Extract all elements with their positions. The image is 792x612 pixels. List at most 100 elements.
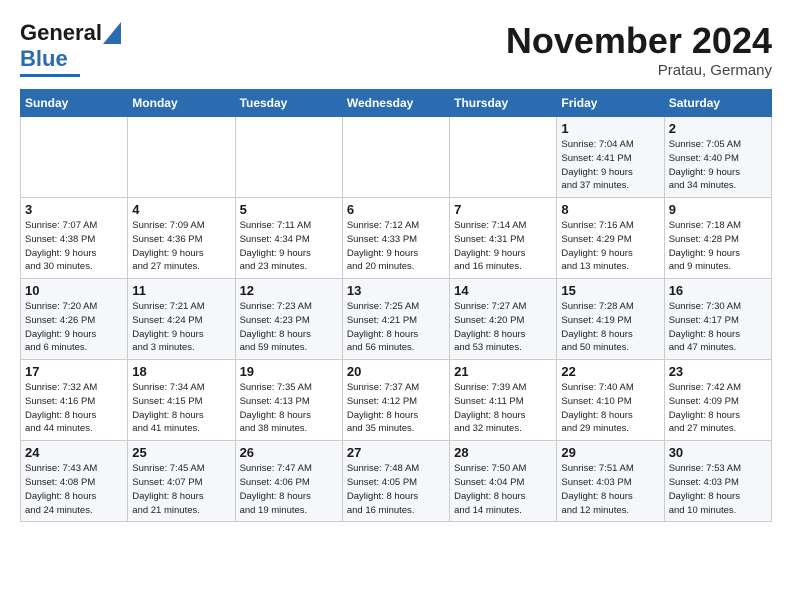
calendar-week-row: 1Sunrise: 7:04 AM Sunset: 4:41 PM Daylig… [21, 117, 772, 198]
day-number: 4 [132, 202, 230, 217]
day-number: 28 [454, 445, 552, 460]
month-title: November 2024 [506, 20, 772, 62]
day-number: 15 [561, 283, 659, 298]
calendar-table: SundayMondayTuesdayWednesdayThursdayFrid… [20, 89, 772, 522]
day-info: Sunrise: 7:16 AM Sunset: 4:29 PM Dayligh… [561, 219, 659, 274]
calendar-cell: 13 Sunrise: 7:25 AM Sunset: 4:21 PM Dayli… [342, 279, 449, 360]
day-info: Sunrise: 7:20 AM Sunset: 4:26 PM Dayligh… [25, 300, 123, 355]
calendar-header-row: SundayMondayTuesdayWednesdayThursdayFrid… [21, 90, 772, 117]
calendar-cell: 4 Sunrise: 7:09 AM Sunset: 4:36 PM Daylig… [128, 198, 235, 279]
calendar-header-friday: Friday [557, 90, 664, 117]
calendar-cell: 5 Sunrise: 7:11 AM Sunset: 4:34 PM Daylig… [235, 198, 342, 279]
day-number: 23 [669, 364, 767, 379]
calendar-cell: 28Sunrise: 7:50 AM Sunset: 4:04 PM Dayli… [450, 441, 557, 522]
calendar-cell: 14Sunrise: 7:27 AM Sunset: 4:20 PM Dayli… [450, 279, 557, 360]
day-info: Sunrise: 7:28 AM Sunset: 4:19 PM Dayligh… [561, 300, 659, 355]
day-info: Sunrise: 7:40 AM Sunset: 4:10 PM Dayligh… [561, 381, 659, 436]
calendar-cell: 11Sunrise: 7:21 AM Sunset: 4:24 PM Dayli… [128, 279, 235, 360]
day-number: 30 [669, 445, 767, 460]
day-info: Sunrise: 7:14 AM Sunset: 4:31 PM Dayligh… [454, 219, 552, 274]
calendar-header-thursday: Thursday [450, 90, 557, 117]
calendar-cell: 29 Sunrise: 7:51 AM Sunset: 4:03 PM Dayli… [557, 441, 664, 522]
calendar-cell: 24Sunrise: 7:43 AM Sunset: 4:08 PM Dayli… [21, 441, 128, 522]
calendar-header-monday: Monday [128, 90, 235, 117]
day-number: 14 [454, 283, 552, 298]
day-info: Sunrise: 7:34 AM Sunset: 4:15 PM Dayligh… [132, 381, 230, 436]
logo: General Blue [20, 20, 121, 77]
calendar-cell: 2 Sunrise: 7:05 AM Sunset: 4:40 PM Daylig… [664, 117, 771, 198]
calendar-cell: 22 Sunrise: 7:40 AM Sunset: 4:10 PM Dayli… [557, 360, 664, 441]
calendar-header-wednesday: Wednesday [342, 90, 449, 117]
calendar-cell: 7 Sunrise: 7:14 AM Sunset: 4:31 PM Daylig… [450, 198, 557, 279]
calendar-body: 1Sunrise: 7:04 AM Sunset: 4:41 PM Daylig… [21, 117, 772, 522]
day-number: 9 [669, 202, 767, 217]
logo-triangle-icon [103, 22, 121, 44]
day-info: Sunrise: 7:47 AM Sunset: 4:06 PM Dayligh… [240, 462, 338, 517]
day-number: 6 [347, 202, 445, 217]
day-info: Sunrise: 7:25 AM Sunset: 4:21 PM Dayligh… [347, 300, 445, 355]
calendar-cell: 15 Sunrise: 7:28 AM Sunset: 4:19 PM Dayli… [557, 279, 664, 360]
day-number: 3 [25, 202, 123, 217]
calendar-cell: 9 Sunrise: 7:18 AM Sunset: 4:28 PM Daylig… [664, 198, 771, 279]
calendar-cell: 26 Sunrise: 7:47 AM Sunset: 4:06 PM Dayli… [235, 441, 342, 522]
day-number: 2 [669, 121, 767, 136]
calendar-week-row: 10 Sunrise: 7:20 AM Sunset: 4:26 PM Dayli… [21, 279, 772, 360]
day-info: Sunrise: 7:51 AM Sunset: 4:03 PM Dayligh… [561, 462, 659, 517]
calendar-cell: 27Sunrise: 7:48 AM Sunset: 4:05 PM Dayli… [342, 441, 449, 522]
day-number: 26 [240, 445, 338, 460]
calendar-cell: 10 Sunrise: 7:20 AM Sunset: 4:26 PM Dayli… [21, 279, 128, 360]
calendar-cell [128, 117, 235, 198]
calendar-cell [235, 117, 342, 198]
calendar-cell: 17Sunrise: 7:32 AM Sunset: 4:16 PM Dayli… [21, 360, 128, 441]
day-info: Sunrise: 7:23 AM Sunset: 4:23 PM Dayligh… [240, 300, 338, 355]
day-number: 11 [132, 283, 230, 298]
calendar-cell: 3Sunrise: 7:07 AM Sunset: 4:38 PM Daylig… [21, 198, 128, 279]
calendar-cell: 30 Sunrise: 7:53 AM Sunset: 4:03 PM Dayli… [664, 441, 771, 522]
day-number: 18 [132, 364, 230, 379]
calendar-cell [21, 117, 128, 198]
logo-blue-text: Blue [20, 46, 68, 72]
day-info: Sunrise: 7:30 AM Sunset: 4:17 PM Dayligh… [669, 300, 767, 355]
calendar-cell: 1Sunrise: 7:04 AM Sunset: 4:41 PM Daylig… [557, 117, 664, 198]
day-number: 27 [347, 445, 445, 460]
day-number: 25 [132, 445, 230, 460]
day-number: 19 [240, 364, 338, 379]
calendar-week-row: 17Sunrise: 7:32 AM Sunset: 4:16 PM Dayli… [21, 360, 772, 441]
day-info: Sunrise: 7:18 AM Sunset: 4:28 PM Dayligh… [669, 219, 767, 274]
calendar-cell: 16 Sunrise: 7:30 AM Sunset: 4:17 PM Dayli… [664, 279, 771, 360]
day-info: Sunrise: 7:32 AM Sunset: 4:16 PM Dayligh… [25, 381, 123, 436]
calendar-week-row: 3Sunrise: 7:07 AM Sunset: 4:38 PM Daylig… [21, 198, 772, 279]
logo-general-text: General [20, 20, 102, 46]
title-section: November 2024 Pratau, Germany [506, 20, 772, 79]
day-info: Sunrise: 7:45 AM Sunset: 4:07 PM Dayligh… [132, 462, 230, 517]
location-subtitle: Pratau, Germany [506, 62, 772, 79]
day-info: Sunrise: 7:35 AM Sunset: 4:13 PM Dayligh… [240, 381, 338, 436]
day-info: Sunrise: 7:37 AM Sunset: 4:12 PM Dayligh… [347, 381, 445, 436]
day-number: 16 [669, 283, 767, 298]
day-number: 10 [25, 283, 123, 298]
day-info: Sunrise: 7:11 AM Sunset: 4:34 PM Dayligh… [240, 219, 338, 274]
calendar-cell: 20 Sunrise: 7:37 AM Sunset: 4:12 PM Dayli… [342, 360, 449, 441]
day-number: 22 [561, 364, 659, 379]
day-number: 20 [347, 364, 445, 379]
day-info: Sunrise: 7:43 AM Sunset: 4:08 PM Dayligh… [25, 462, 123, 517]
day-number: 29 [561, 445, 659, 460]
day-number: 13 [347, 283, 445, 298]
day-number: 5 [240, 202, 338, 217]
day-number: 12 [240, 283, 338, 298]
calendar-cell: 18 Sunrise: 7:34 AM Sunset: 4:15 PM Dayli… [128, 360, 235, 441]
calendar-cell: 23 Sunrise: 7:42 AM Sunset: 4:09 PM Dayli… [664, 360, 771, 441]
day-info: Sunrise: 7:09 AM Sunset: 4:36 PM Dayligh… [132, 219, 230, 274]
day-info: Sunrise: 7:53 AM Sunset: 4:03 PM Dayligh… [669, 462, 767, 517]
page-header: General Blue November 2024 Pratau, Germa… [20, 20, 772, 79]
calendar-cell [342, 117, 449, 198]
calendar-header-sunday: Sunday [21, 90, 128, 117]
calendar-week-row: 24Sunrise: 7:43 AM Sunset: 4:08 PM Dayli… [21, 441, 772, 522]
calendar-cell: 8Sunrise: 7:16 AM Sunset: 4:29 PM Daylig… [557, 198, 664, 279]
calendar-cell: 12 Sunrise: 7:23 AM Sunset: 4:23 PM Dayli… [235, 279, 342, 360]
day-info: Sunrise: 7:42 AM Sunset: 4:09 PM Dayligh… [669, 381, 767, 436]
calendar-cell [450, 117, 557, 198]
day-info: Sunrise: 7:05 AM Sunset: 4:40 PM Dayligh… [669, 138, 767, 193]
logo-underline [20, 74, 80, 77]
day-number: 7 [454, 202, 552, 217]
